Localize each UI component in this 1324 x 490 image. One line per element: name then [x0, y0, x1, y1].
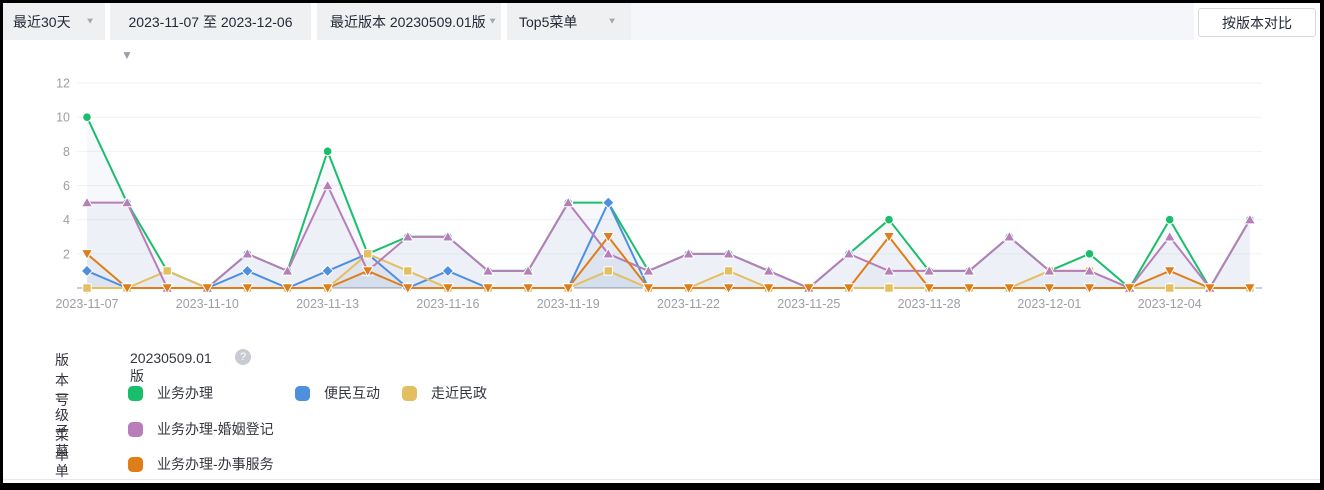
legend-label-business-handling: 业务办理 [157, 383, 213, 403]
x-axis-label: 2023-11-22 [657, 297, 720, 311]
dashboard-panel: 最近30天 ▼ 2023-11-07 至 2023-12-06 最近版本 202… [0, 0, 1324, 490]
data-point-civil-affairs[interactable] [724, 267, 732, 275]
legend-label-civil-affairs: 走近民政 [431, 383, 487, 403]
legend-item-civil-affairs[interactable]: 走近民政 [402, 383, 487, 403]
x-axis-label: 2023-11-13 [296, 297, 359, 311]
y-axis-label: 6 [63, 179, 70, 193]
date-range-value: 2023-11-07 至 2023-12-06 [129, 12, 293, 32]
data-point-civil-affairs[interactable] [83, 284, 91, 292]
y-axis-label: 12 [56, 77, 70, 91]
compare-by-version-button[interactable]: 按版本对比 [1198, 8, 1316, 37]
legend-item-service[interactable]: 业务办理-办事服务 [128, 454, 274, 474]
chevron-down-icon: ▼ [488, 17, 498, 26]
time-range-dropdown[interactable]: 最近30天 ▼ [3, 3, 105, 40]
x-axis-label: 2023-11-19 [537, 297, 600, 311]
time-range-label: 最近30天 [13, 12, 71, 32]
legend-item-business-handling[interactable]: 业务办理 [128, 383, 213, 403]
legend-item-marriage-registration[interactable]: 业务办理-婚姻登记 [128, 419, 274, 439]
data-point-civil-affairs[interactable] [364, 250, 372, 258]
chevron-down-icon: ▼ [607, 17, 617, 26]
data-point-business-handling[interactable] [83, 113, 92, 122]
data-point-business-handling[interactable] [1085, 250, 1094, 259]
data-point-civil-affairs[interactable] [885, 284, 893, 292]
x-axis-label: 2023-11-10 [176, 297, 239, 311]
toolbar-right-area: 按版本对比 [1194, 3, 1320, 40]
legend-item-convenience-interaction[interactable]: 便民互动 [295, 383, 380, 403]
legend-swatch-convenience-interaction [295, 386, 310, 401]
series-area-marriage-registration [87, 186, 1250, 288]
data-point-civil-affairs[interactable] [163, 267, 171, 275]
data-point-civil-affairs[interactable] [404, 267, 412, 275]
x-axis-label: 2023-12-01 [1017, 297, 1081, 311]
legend-swatch-civil-affairs [402, 386, 417, 401]
version-row-value: 20230509.01版 [130, 350, 212, 386]
x-axis-label: 2023-11-16 [416, 297, 479, 311]
date-range-picker[interactable]: 2023-11-07 至 2023-12-06 [110, 3, 311, 40]
menu-clicks-line-chart[interactable]: 2 4 6 8 10 12 2023-11-07 2023-11-10 2023-11-13 20… [3, 55, 1320, 313]
y-axis-label: 4 [63, 213, 70, 227]
submenu-row-label: 子菜单 [55, 421, 70, 481]
data-point-business-handling[interactable] [885, 215, 894, 224]
topn-menu-label: Top5菜单 [519, 12, 577, 32]
legend-label-service: 业务办理-办事服务 [157, 454, 274, 474]
y-axis-label: 2 [63, 247, 70, 261]
x-axis-label: 2023-11-25 [777, 297, 840, 311]
topn-menu-dropdown[interactable]: Top5菜单 ▼ [507, 3, 631, 40]
data-point-business-handling[interactable] [1165, 215, 1174, 224]
data-point-civil-affairs[interactable] [604, 267, 612, 275]
bottom-divider [3, 479, 1320, 480]
y-axis-label: 10 [56, 111, 70, 125]
data-point-civil-affairs[interactable] [1166, 284, 1174, 292]
chevron-down-icon: ▼ [85, 17, 95, 26]
data-point-business-handling[interactable] [323, 147, 332, 156]
legend-swatch-business-handling [128, 386, 143, 401]
version-dropdown-label: 最近版本 20230509.01版 [330, 12, 486, 32]
legend-label-marriage-registration: 业务办理-婚姻登记 [157, 419, 274, 439]
chart-canvas[interactable]: 2 4 6 8 10 12 2023-11-07 2023-11-10 2023-11-13 20… [3, 55, 1320, 313]
x-axis-label: 2023-12-04 [1138, 297, 1202, 311]
version-dropdown[interactable]: 最近版本 20230509.01版 ▼ [317, 3, 501, 40]
y-axis-label: 8 [63, 145, 70, 159]
x-axis-label: 2023-11-07 [55, 297, 118, 311]
legend-label-convenience-interaction: 便民互动 [324, 383, 380, 403]
legend-swatch-service [128, 457, 143, 472]
legend-swatch-marriage-registration [128, 422, 143, 437]
x-axis-label: 2023-11-28 [898, 297, 961, 311]
help-icon[interactable]: ? [235, 349, 251, 365]
toolbar-filler [631, 3, 1194, 40]
filter-toolbar: 最近30天 ▼ 2023-11-07 至 2023-12-06 最近版本 202… [3, 3, 1320, 40]
